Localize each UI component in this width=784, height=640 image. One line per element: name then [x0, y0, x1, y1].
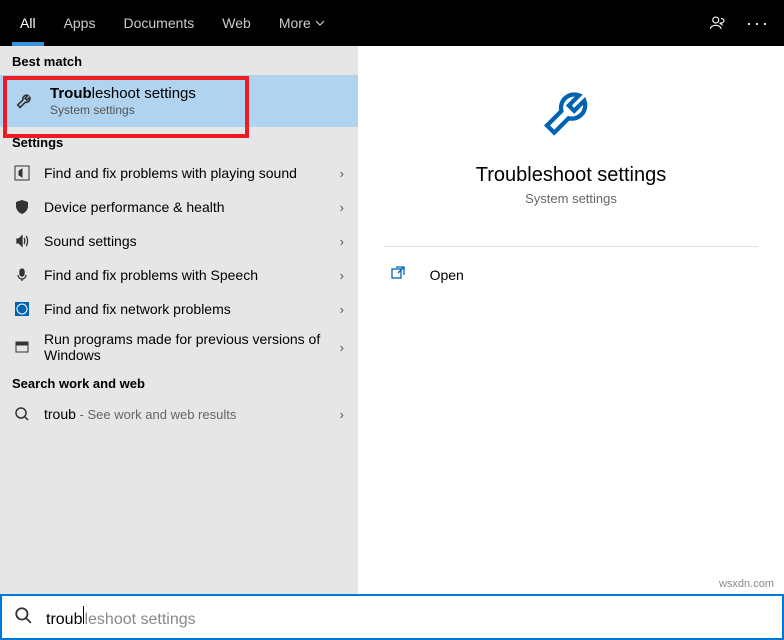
result-label: Find and fix problems with playing sound: [44, 165, 336, 181]
chevron-right-icon: ›: [336, 268, 348, 283]
result-label: Sound settings: [44, 233, 336, 249]
chevron-right-icon: ›: [336, 340, 348, 355]
shield-icon: [10, 195, 34, 219]
settings-item-device-health[interactable]: Device performance & health ›: [0, 190, 358, 224]
troubleshoot-large-icon: [539, 82, 603, 146]
best-match-subtitle: System settings: [50, 103, 346, 117]
preview-pane: Troubleshoot settings System settings Op…: [358, 46, 784, 594]
web-search-label: troub - See work and web results: [44, 406, 336, 422]
search-icon: [10, 402, 34, 426]
open-action[interactable]: Open: [384, 255, 759, 295]
chevron-right-icon: ›: [336, 407, 348, 422]
result-label: Find and fix network problems: [44, 301, 336, 317]
result-label: Run programs made for previous versions …: [44, 331, 336, 363]
troubleshoot-icon: [12, 87, 40, 115]
result-label: Find and fix problems with Speech: [44, 267, 336, 283]
best-match-title: Troubleshoot settings: [50, 85, 346, 102]
sound-icon: [10, 229, 34, 253]
preview-subtitle: System settings: [525, 191, 617, 206]
settings-item-playing-sound[interactable]: Find and fix problems with playing sound…: [0, 156, 358, 190]
settings-item-sound[interactable]: Sound settings ›: [0, 224, 358, 258]
section-search-web: Search work and web: [0, 368, 358, 397]
options-icon[interactable]: ···: [738, 0, 778, 46]
preview-title: Troubleshoot settings: [476, 164, 666, 187]
chevron-right-icon: ›: [336, 234, 348, 249]
settings-item-network[interactable]: Find and fix network problems ›: [0, 292, 358, 326]
network-icon: [10, 297, 34, 321]
open-label: Open: [430, 267, 464, 283]
best-match-result[interactable]: Troubleshoot settings System settings: [0, 75, 358, 127]
program-icon: [10, 335, 34, 359]
settings-item-speech[interactable]: Find and fix problems with Speech ›: [0, 258, 358, 292]
tab-documents[interactable]: Documents: [109, 0, 208, 46]
search-tabs-bar: All Apps Documents Web More ···: [0, 0, 784, 46]
web-search-item[interactable]: troub - See work and web results ›: [0, 397, 358, 431]
feedback-icon[interactable]: [698, 0, 738, 46]
results-pane: Best match Troubleshoot settings System …: [0, 46, 358, 594]
watermark: wsxdn.com: [719, 578, 774, 590]
result-label: Device performance & health: [44, 199, 336, 215]
search-input[interactable]: troubleshoot settings: [0, 594, 784, 640]
chevron-down-icon: [315, 18, 325, 28]
tab-web[interactable]: Web: [208, 0, 265, 46]
tab-apps[interactable]: Apps: [50, 0, 110, 46]
sound-fix-icon: [10, 161, 34, 185]
settings-item-compat[interactable]: Run programs made for previous versions …: [0, 326, 358, 368]
microphone-icon: [10, 263, 34, 287]
search-icon: [14, 606, 32, 629]
chevron-right-icon: ›: [336, 166, 348, 181]
section-best-match: Best match: [0, 46, 358, 75]
open-icon: [390, 265, 410, 285]
section-settings: Settings: [0, 127, 358, 156]
tab-all[interactable]: All: [6, 0, 50, 46]
chevron-right-icon: ›: [336, 302, 348, 317]
chevron-right-icon: ›: [336, 200, 348, 215]
separator: [384, 246, 759, 247]
tab-more[interactable]: More: [265, 0, 339, 46]
search-text: troubleshoot settings: [46, 606, 196, 629]
